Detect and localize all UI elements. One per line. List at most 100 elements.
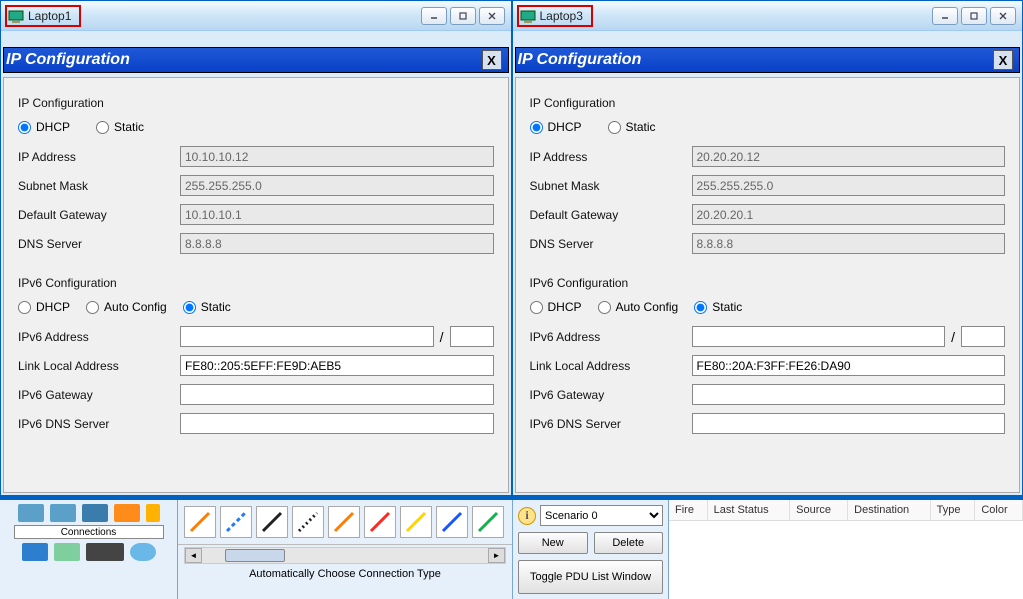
bottom-bar: Connections ◄ ► Automatically Choose Con… [0, 498, 1023, 599]
ipv6-prefix-input[interactable] [450, 326, 494, 347]
gateway-input[interactable] [180, 204, 494, 225]
ipv6-ll-label: Link Local Address [18, 359, 180, 373]
ipv4-heading: IP Configuration [530, 96, 1006, 110]
close-button[interactable] [990, 7, 1016, 25]
device-hub-icon[interactable] [82, 504, 108, 522]
ipv6-auto-radio[interactable]: Auto Config [598, 300, 679, 314]
ipv6-dhcp-radio[interactable]: DHCP [18, 300, 70, 314]
ip-label: IP Address [18, 150, 180, 164]
table-header[interactable]: Source [790, 500, 848, 521]
ip-label: IP Address [530, 150, 692, 164]
ipv4-dhcp-radio[interactable]: DHCP [18, 120, 70, 134]
tool-row [178, 500, 512, 545]
gateway-label: Default Gateway [18, 208, 180, 222]
table-header[interactable]: Last Status [707, 500, 790, 521]
ipv6-addr-input[interactable] [180, 326, 434, 347]
connection-tool-8[interactable] [472, 506, 504, 538]
scroll-left-button[interactable]: ◄ [185, 548, 202, 563]
ipv6-auto-radio[interactable]: Auto Config [86, 300, 167, 314]
connection-tool-7[interactable] [436, 506, 468, 538]
table-header[interactable]: Color [975, 500, 1023, 521]
info-icon: i [518, 507, 536, 525]
maximize-button[interactable] [961, 7, 987, 25]
ipv6-dns-label: IPv6 DNS Server [18, 417, 180, 431]
ipv6-gw-input[interactable] [692, 384, 1006, 405]
scroll-right-button[interactable]: ► [488, 548, 505, 563]
connection-tool-4[interactable] [328, 506, 360, 538]
subnet-label: Subnet Mask [530, 179, 692, 193]
panel-title: IP Configuration [518, 51, 642, 69]
ipv4-static-radio[interactable]: Static [96, 120, 144, 134]
scroll-thumb[interactable] [225, 549, 285, 562]
ipv6-dhcp-radio[interactable]: DHCP [530, 300, 582, 314]
panel-header: IP Configuration X [515, 47, 1021, 73]
table-header[interactable]: Fire [669, 500, 707, 521]
prefix-slash: / [945, 329, 961, 345]
device-lightning-icon[interactable] [146, 504, 160, 522]
panel-close-button[interactable]: X [993, 50, 1013, 70]
ipv6-ll-input[interactable] [692, 355, 1006, 376]
device-multiuser-icon[interactable] [86, 543, 124, 561]
minimize-button[interactable] [932, 7, 958, 25]
connection-tool-1[interactable] [220, 506, 252, 538]
table-header[interactable]: Destination [848, 500, 931, 521]
titlebar-laptop1[interactable]: Laptop1 [1, 1, 511, 31]
scenario-select[interactable]: Scenario 0 [540, 505, 663, 526]
auto-connection-label: Automatically Choose Connection Type [178, 566, 512, 582]
connection-tools: ◄ ► Automatically Choose Connection Type [178, 500, 513, 599]
tool-scrollbar[interactable]: ◄ ► [184, 547, 506, 564]
close-button[interactable] [479, 7, 505, 25]
connection-tool-5[interactable] [364, 506, 396, 538]
connection-tool-6[interactable] [400, 506, 432, 538]
window-controls [932, 7, 1016, 25]
dns-input[interactable] [692, 233, 1006, 254]
ipv6-mode-row: DHCP Auto Config Static [530, 300, 1006, 314]
ipv6-dns-input[interactable] [692, 413, 1006, 434]
connection-tool-2[interactable] [256, 506, 288, 538]
panel-header: IP Configuration X [3, 47, 509, 73]
panel-body: IP Configuration DHCP Static IP Address … [3, 77, 509, 493]
ip-input[interactable] [692, 146, 1006, 167]
connection-tool-0[interactable] [184, 506, 216, 538]
ipv4-static-radio[interactable]: Static [608, 120, 656, 134]
device-switch-icon[interactable] [50, 504, 76, 522]
ipv6-static-radio[interactable]: Static [694, 300, 742, 314]
toggle-pdu-button[interactable]: Toggle PDU List Window [518, 560, 663, 594]
dns-input[interactable] [180, 233, 494, 254]
ipv6-mode-row: DHCP Auto Config Static [18, 300, 494, 314]
ipv6-static-radio[interactable]: Static [183, 300, 231, 314]
device-cloud-icon[interactable] [130, 543, 156, 561]
connection-tool-3[interactable] [292, 506, 324, 538]
ipv6-prefix-input[interactable] [961, 326, 1005, 347]
device-server-icon[interactable] [54, 543, 80, 561]
ipv4-dhcp-radio[interactable]: DHCP [530, 120, 582, 134]
ipv6-dns-input[interactable] [180, 413, 494, 434]
ipv6-addr-label: IPv6 Address [530, 330, 692, 344]
subnet-input[interactable] [180, 175, 494, 196]
device-row-2 [22, 543, 156, 561]
window-laptop1: Laptop1 IP Configuration X IP Configurat… [0, 0, 512, 496]
panel-close-button[interactable]: X [482, 50, 502, 70]
device-router-icon[interactable] [18, 504, 44, 522]
ipv6-gw-input[interactable] [180, 384, 494, 405]
ip-input[interactable] [180, 146, 494, 167]
device-row-1 [18, 504, 160, 522]
maximize-button[interactable] [450, 7, 476, 25]
ipv6-addr-input[interactable] [692, 326, 946, 347]
ipv6-ll-input[interactable] [180, 355, 494, 376]
gateway-input[interactable] [692, 204, 1006, 225]
device-pc-icon[interactable] [22, 543, 48, 561]
window-controls [421, 7, 505, 25]
subnet-input[interactable] [692, 175, 1006, 196]
table-header[interactable]: Type [930, 500, 975, 521]
device-wireless-icon[interactable] [114, 504, 140, 522]
connections-label: Connections [14, 525, 164, 539]
panel-title: IP Configuration [6, 51, 130, 69]
titlebar-laptop3[interactable]: Laptop3 [513, 1, 1023, 31]
minimize-button[interactable] [421, 7, 447, 25]
window-title: Laptop3 [540, 9, 587, 23]
gateway-label: Default Gateway [530, 208, 692, 222]
new-button[interactable]: New [518, 532, 588, 554]
delete-button[interactable]: Delete [594, 532, 664, 554]
ipv6-heading: IPv6 Configuration [530, 276, 1006, 290]
